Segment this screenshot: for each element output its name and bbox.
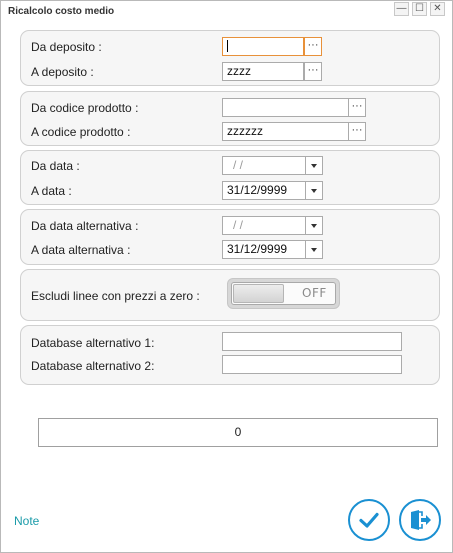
escludi-label: Escludi linee con prezzi a zero : (31, 289, 200, 303)
a-deposito-field[interactable]: zzzz (222, 62, 304, 81)
a-data-label: A data : (31, 184, 72, 198)
a-codice-prodotto-label: A codice prodotto : (31, 125, 131, 139)
database-alt2-label: Database alternativo 2: (31, 359, 155, 373)
toggle-state-label: OFF (302, 286, 327, 300)
da-deposito-label: Da deposito : (31, 40, 102, 54)
escludi-toggle-switch[interactable]: OFF (227, 278, 340, 309)
da-codice-prodotto-field[interactable] (222, 98, 349, 117)
dialog-window: Ricalcolo costo medio — ☐ ✕ Da deposito … (0, 0, 453, 553)
a-deposito-browse-button[interactable]: ··· (304, 62, 322, 81)
a-data-field[interactable]: 31/12/9999 (222, 181, 306, 200)
title-bar: Ricalcolo costo medio — ☐ ✕ (1, 1, 452, 23)
close-button[interactable]: ✕ (430, 2, 445, 16)
a-data-alternativa-field[interactable]: 31/12/9999 (222, 240, 306, 259)
database-alt1-field[interactable] (222, 332, 402, 351)
database-alt2-field[interactable] (222, 355, 402, 374)
toggle-knob (233, 284, 284, 303)
da-data-alternativa-dropdown-button[interactable] (305, 216, 323, 235)
exit-button[interactable] (399, 499, 441, 541)
da-data-dropdown-button[interactable] (305, 156, 323, 175)
minimize-button[interactable]: — (394, 2, 409, 16)
da-data-field[interactable]: / / (222, 156, 306, 175)
a-codice-prodotto-field[interactable]: zzzzzz (222, 122, 349, 141)
da-deposito-browse-button[interactable]: ··· (304, 37, 322, 56)
escludi-group: Escludi linee con prezzi a zero : OFF (20, 269, 440, 321)
da-data-label: Da data : (31, 159, 80, 173)
a-data-alternativa-label: A data alternativa : (31, 243, 131, 257)
chevron-down-icon (311, 163, 317, 168)
text-caret (227, 39, 228, 52)
da-data-alternativa-field[interactable]: / / (222, 216, 306, 235)
confirm-button[interactable] (348, 499, 390, 541)
result-display: 0 (38, 418, 438, 447)
da-data-alternativa-label: Da data alternativa : (31, 219, 139, 233)
window-title: Ricalcolo costo medio (8, 6, 115, 17)
window-controls: — ☐ ✕ (394, 2, 445, 16)
da-codice-prodotto-label: Da codice prodotto : (31, 101, 139, 115)
a-codice-prodotto-browse-button[interactable]: ··· (348, 122, 366, 141)
da-deposito-field[interactable] (222, 37, 304, 56)
check-icon (359, 512, 379, 528)
data-group: Da data : / / A data : 31/12/9999 (20, 150, 440, 205)
chevron-down-icon (311, 188, 317, 193)
prodotto-group: Da codice prodotto : ··· A codice prodot… (20, 91, 440, 146)
a-data-alternativa-dropdown-button[interactable] (305, 240, 323, 259)
data-alternativa-group: Da data alternativa : / / A data alterna… (20, 209, 440, 265)
toggle-track: OFF (231, 282, 336, 305)
maximize-button[interactable]: ☐ (412, 2, 427, 16)
deposito-group: Da deposito : ··· A deposito : zzzz ··· (20, 30, 440, 86)
database-group: Database alternativo 1: Database alterna… (20, 325, 440, 385)
da-codice-prodotto-browse-button[interactable]: ··· (348, 98, 366, 117)
note-link[interactable]: Note (14, 514, 39, 528)
a-deposito-label: A deposito : (31, 65, 94, 79)
exit-door-icon (411, 510, 431, 530)
chevron-down-icon (311, 223, 317, 228)
chevron-down-icon (311, 247, 317, 252)
a-data-dropdown-button[interactable] (305, 181, 323, 200)
database-alt1-label: Database alternativo 1: (31, 336, 155, 350)
